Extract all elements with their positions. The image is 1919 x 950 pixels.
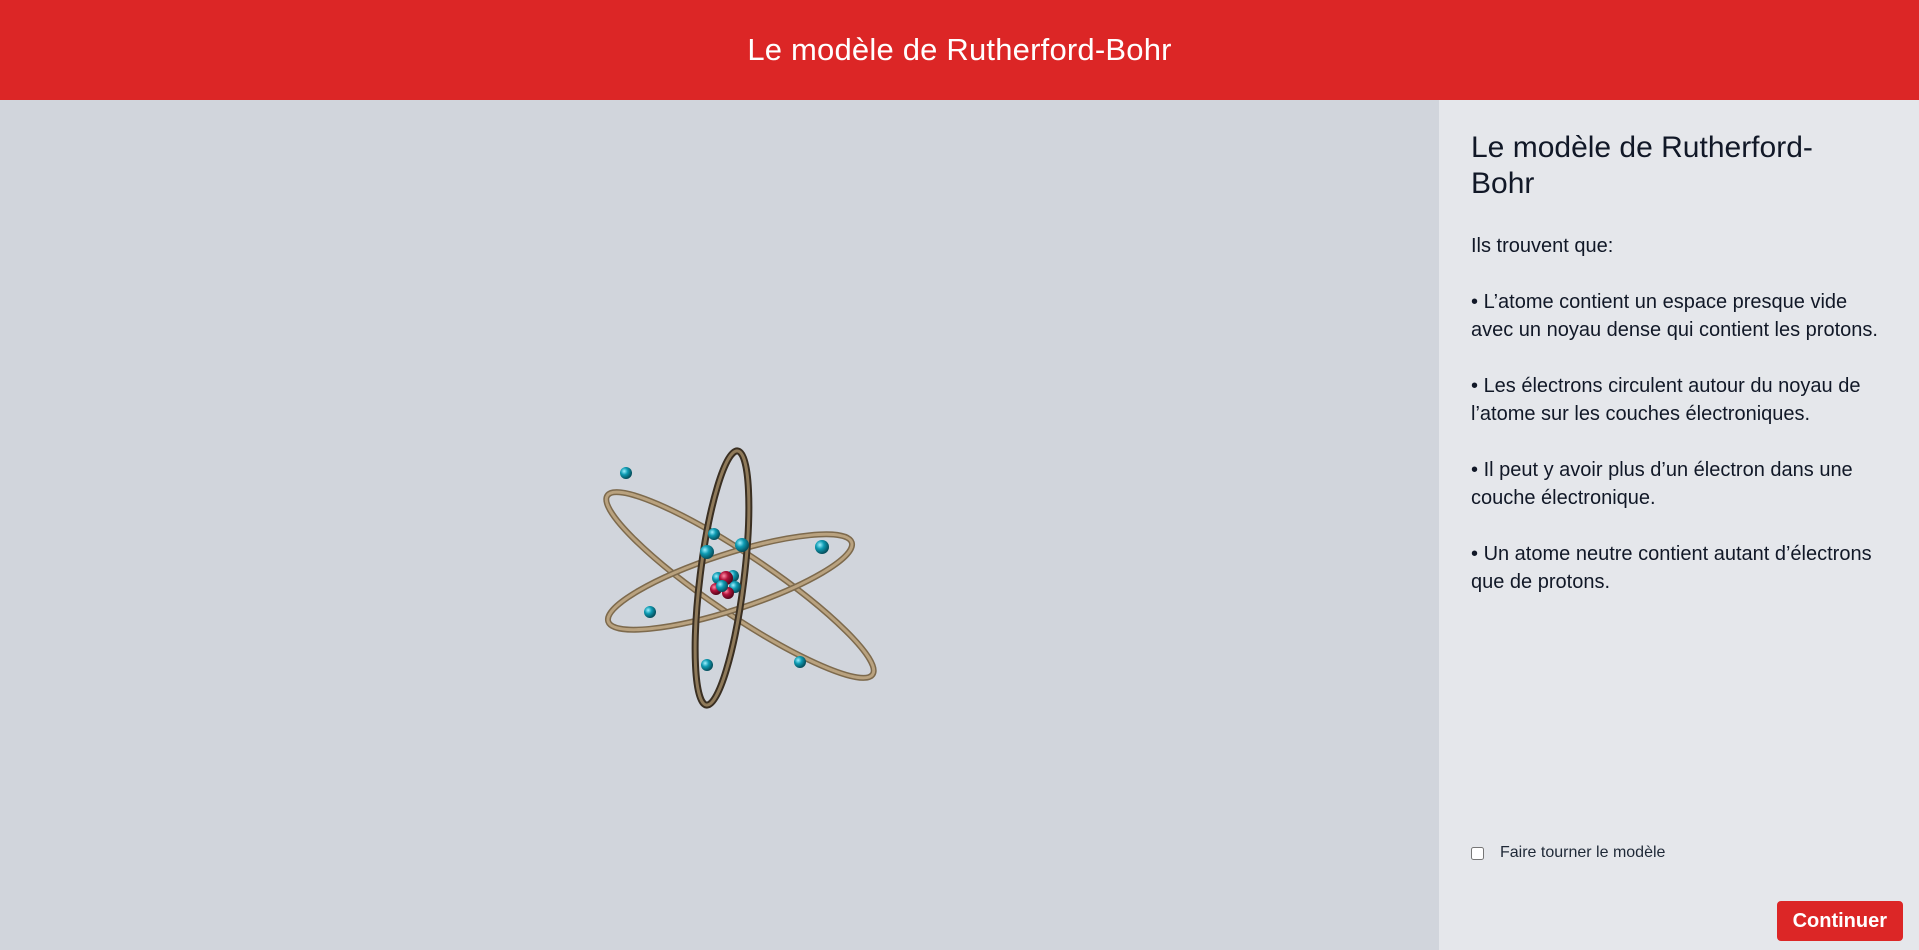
electron xyxy=(701,659,713,671)
electron xyxy=(735,538,749,552)
electrons xyxy=(620,467,829,671)
list-item: Un atome neutre contient autant d’électr… xyxy=(1471,540,1887,596)
electron xyxy=(815,540,829,554)
intro-text: Ils trouvent que: xyxy=(1471,235,1614,257)
model-viewer[interactable] xyxy=(0,100,1439,950)
atom-3d-model[interactable] xyxy=(0,100,1439,950)
page-title: Le modèle de Rutherford-Bohr xyxy=(747,32,1172,67)
list-item: L’atome contient un espace presque vide … xyxy=(1471,288,1887,344)
rotate-model-checkbox[interactable] xyxy=(1471,846,1484,860)
electron xyxy=(794,656,806,668)
top-bar: Le modèle de Rutherford-Bohr xyxy=(0,0,1919,100)
continue-button[interactable]: Continuer xyxy=(1776,901,1903,941)
info-panel: Le modèle de Rutherford-Bohr Ils trouven… xyxy=(1439,100,1919,950)
electron xyxy=(708,528,720,540)
list-item: Les électrons circulent autour du noyau … xyxy=(1471,372,1887,428)
rotate-model-toggle[interactable]: Faire tourner le modèle xyxy=(1471,844,1665,862)
rotate-model-label: Faire tourner le modèle xyxy=(1500,844,1666,861)
electron xyxy=(700,545,714,559)
bullet-list: L’atome contient un espace presque vide … xyxy=(1471,288,1887,596)
list-item: Il peut y avoir plus d’un électron dans … xyxy=(1471,456,1887,512)
nucleus xyxy=(710,570,741,599)
electron xyxy=(644,606,656,618)
panel-title: Le modèle de Rutherford-Bohr xyxy=(1471,131,1813,200)
electron xyxy=(620,467,632,479)
